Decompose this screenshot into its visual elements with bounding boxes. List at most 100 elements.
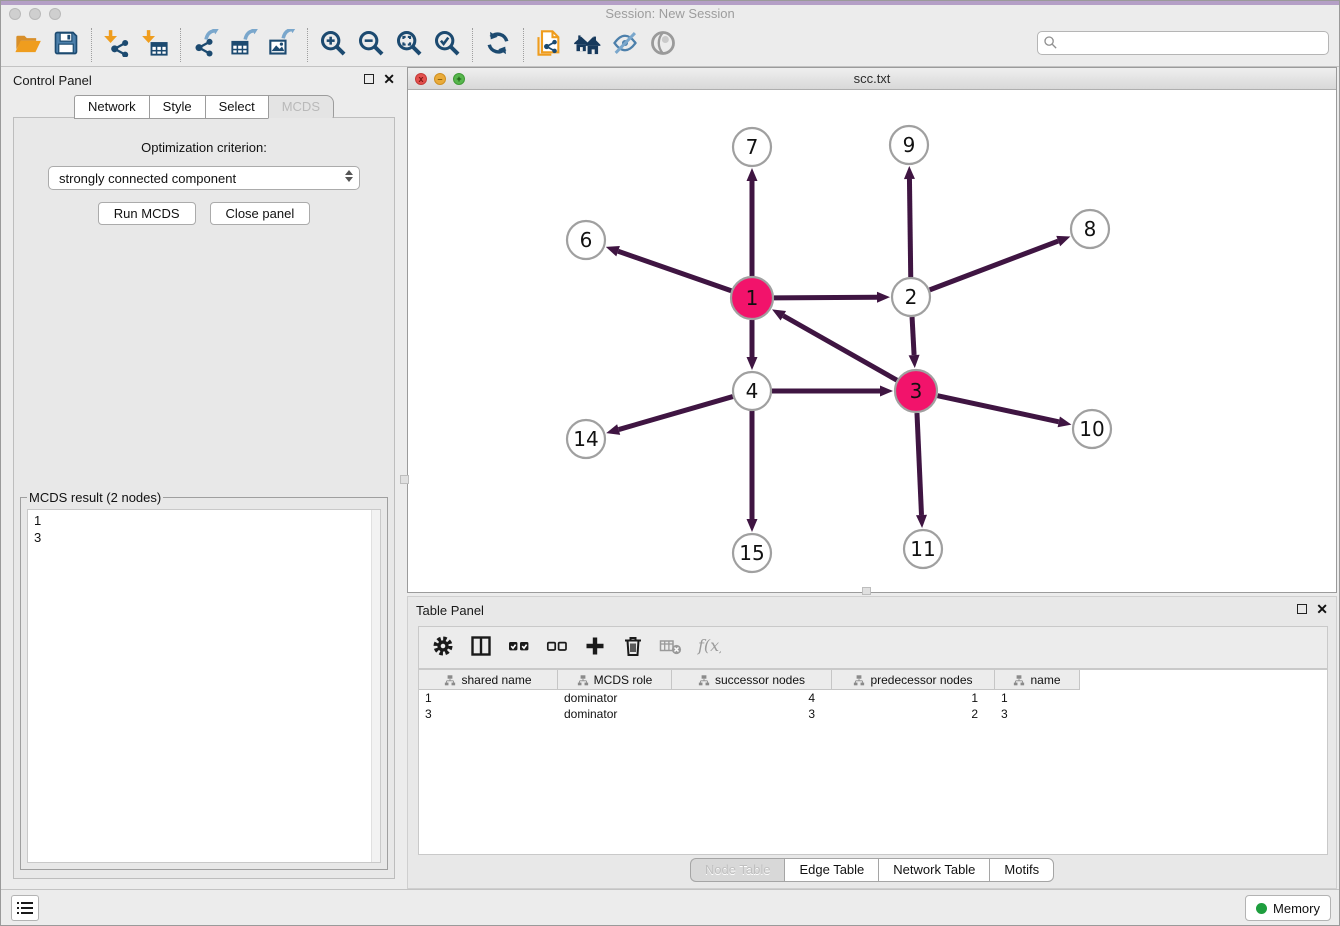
tab-style[interactable]: Style bbox=[149, 95, 205, 119]
graph-edge-3-1[interactable] bbox=[783, 316, 897, 380]
table-cell[interactable]: 3 bbox=[419, 706, 558, 722]
first-neighbors-button[interactable] bbox=[568, 27, 606, 63]
control-panel-header: Control Panel ✕ bbox=[5, 67, 403, 93]
column-header-label: name bbox=[1030, 673, 1060, 687]
select-all-rows-button[interactable] bbox=[503, 632, 535, 664]
tab-node-table[interactable]: Node Table bbox=[690, 858, 785, 882]
show-selection-button[interactable] bbox=[644, 27, 682, 63]
memory-button[interactable]: Memory bbox=[1245, 895, 1331, 921]
network-canvas[interactable]: 7968124314101511 bbox=[408, 90, 1336, 592]
toolbar-separator bbox=[91, 28, 92, 62]
tab-mcds[interactable]: MCDS bbox=[268, 95, 334, 119]
table-cell[interactable]: 3 bbox=[995, 706, 1080, 722]
graph-edge-arrowhead bbox=[916, 515, 927, 528]
table-cell[interactable]: 1 bbox=[832, 690, 995, 706]
column-header-predecessor-nodes[interactable]: predecessor nodes bbox=[832, 670, 995, 690]
close-panel-button[interactable]: Close panel bbox=[210, 202, 311, 225]
table-row[interactable]: 3dominator323 bbox=[419, 706, 1327, 722]
run-mcds-button[interactable]: Run MCDS bbox=[98, 202, 196, 225]
criterion-value: strongly connected component bbox=[59, 171, 236, 186]
node-table: shared nameMCDS rolesuccessor nodesprede… bbox=[418, 669, 1328, 855]
tab-network[interactable]: Network bbox=[74, 95, 149, 119]
table-cell[interactable]: 1 bbox=[995, 690, 1080, 706]
graph-edge-arrowhead bbox=[880, 386, 893, 397]
export-network-button[interactable] bbox=[187, 27, 225, 63]
import-network-button[interactable] bbox=[98, 27, 136, 63]
graph-edge-3-10[interactable] bbox=[938, 396, 1059, 422]
graph-edge-4-14[interactable] bbox=[619, 397, 733, 430]
table-cell[interactable]: 2 bbox=[832, 706, 995, 722]
show-columns-button[interactable] bbox=[465, 632, 497, 664]
hide-selection-button[interactable] bbox=[606, 27, 644, 63]
result-scrollbar[interactable] bbox=[371, 510, 380, 862]
table-cell[interactable]: dominator bbox=[558, 706, 672, 722]
main-toolbar bbox=[1, 23, 1339, 67]
table-cell[interactable]: 3 bbox=[672, 706, 832, 722]
column-header-shared-name[interactable]: shared name bbox=[419, 670, 558, 690]
graph-edge-arrowhead bbox=[904, 166, 915, 179]
zoom-selected-button[interactable] bbox=[428, 27, 466, 63]
graph-edge-1-2[interactable] bbox=[774, 297, 877, 298]
table-cell[interactable]: 1 bbox=[419, 690, 558, 706]
network-window-titlebar: x – + scc.txt bbox=[408, 68, 1336, 90]
graph-node-label-10: 10 bbox=[1079, 417, 1104, 441]
horizontal-splitter-handle[interactable] bbox=[862, 587, 871, 595]
tab-network-table[interactable]: Network Table bbox=[878, 858, 989, 882]
table-options-button[interactable] bbox=[427, 632, 459, 664]
graph-edge-2-3[interactable] bbox=[912, 317, 914, 355]
memory-label: Memory bbox=[1273, 901, 1320, 916]
graph-edge-arrowhead bbox=[606, 246, 620, 256]
table-cell[interactable]: 4 bbox=[672, 690, 832, 706]
zoom-out-button[interactable] bbox=[352, 27, 390, 63]
eye-icon bbox=[649, 29, 677, 60]
graph-edge-2-8[interactable] bbox=[930, 241, 1059, 290]
function-builder-button: f(x) bbox=[693, 632, 725, 664]
column-header-MCDS-role[interactable]: MCDS role bbox=[558, 670, 672, 690]
close-panel-icon[interactable]: ✕ bbox=[383, 74, 395, 84]
column-header-name[interactable]: name bbox=[995, 670, 1080, 690]
graph-edge-2-9[interactable] bbox=[909, 179, 910, 277]
create-column-button[interactable] bbox=[579, 632, 611, 664]
refresh-button[interactable] bbox=[479, 27, 517, 63]
graph-edge-arrowhead bbox=[909, 355, 920, 368]
zoom-out-icon bbox=[357, 29, 385, 60]
graph-edge-3-11[interactable] bbox=[917, 413, 922, 515]
control-panel-tabs: NetworkStyleSelectMCDS bbox=[5, 95, 403, 119]
task-history-button[interactable] bbox=[11, 895, 39, 921]
graph-edge-1-6[interactable] bbox=[618, 251, 731, 291]
save-icon bbox=[52, 29, 80, 60]
deselect-all-rows-button[interactable] bbox=[541, 632, 573, 664]
tab-motifs[interactable]: Motifs bbox=[989, 858, 1054, 882]
table-panel-title: Table Panel bbox=[416, 603, 484, 618]
import-table-button[interactable] bbox=[136, 27, 174, 63]
float-table-panel-icon[interactable] bbox=[1297, 604, 1307, 614]
zoom-in-icon bbox=[319, 29, 347, 60]
network-graph[interactable]: 7968124314101511 bbox=[408, 90, 1336, 592]
mcds-result-list[interactable]: 13 bbox=[27, 509, 381, 863]
optimization-criterion-label: Optimization criterion: bbox=[14, 140, 394, 155]
search-input[interactable] bbox=[1037, 31, 1329, 55]
float-panel-icon[interactable] bbox=[364, 74, 374, 84]
table-cell[interactable]: dominator bbox=[558, 690, 672, 706]
zoom-fit-button[interactable] bbox=[390, 27, 428, 63]
mcds-result-line: 1 bbox=[34, 512, 380, 529]
list-icon bbox=[16, 900, 34, 916]
control-panel-title: Control Panel bbox=[13, 73, 92, 88]
vertical-splitter-handle[interactable] bbox=[400, 475, 409, 484]
zoom-in-button[interactable] bbox=[314, 27, 352, 63]
export-image-button[interactable] bbox=[263, 27, 301, 63]
column-header-successor-nodes[interactable]: successor nodes bbox=[672, 670, 832, 690]
table-row[interactable]: 1dominator411 bbox=[419, 690, 1327, 706]
save-session-button[interactable] bbox=[47, 27, 85, 63]
graph-edge-arrowhead bbox=[1058, 416, 1072, 427]
close-table-panel-icon[interactable]: ✕ bbox=[1316, 604, 1328, 614]
new-network-from-selection-button[interactable] bbox=[530, 27, 568, 63]
tab-edge-table[interactable]: Edge Table bbox=[784, 858, 878, 882]
network-document-icon bbox=[535, 29, 563, 60]
delete-column-button[interactable] bbox=[617, 632, 649, 664]
criterion-select[interactable]: strongly connected component bbox=[48, 166, 360, 190]
tab-select[interactable]: Select bbox=[205, 95, 268, 119]
export-table-button[interactable] bbox=[225, 27, 263, 63]
open-session-button[interactable] bbox=[9, 27, 47, 63]
toolbar-separator bbox=[472, 28, 473, 62]
